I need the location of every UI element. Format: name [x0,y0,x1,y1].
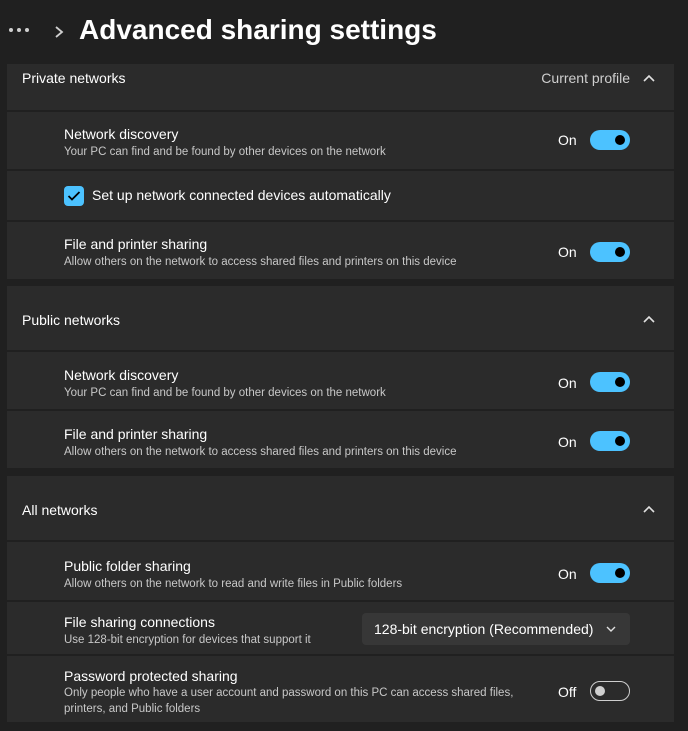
all-networks-section: All networks Public folder sharing Allow… [7,476,674,726]
public-networks-section: Public networks Network discovery Your P… [7,286,674,470]
section-title: Private networks [22,70,126,86]
dropdown-selected-value: 128-bit encryption (Recommended) [374,621,594,637]
checkmark-icon [67,191,81,201]
setting-description: Allow others on the network to access sh… [64,446,457,458]
setting-description: Allow others on the network to access sh… [64,256,457,268]
setting-description: Your PC can find and be found by other d… [64,146,386,158]
private-network-discovery-toggle[interactable] [590,130,630,150]
auto-setup-label[interactable]: Set up network connected devices automat… [92,187,391,203]
section-title: All networks [22,502,98,518]
setting-title: File sharing connections [64,614,215,630]
setting-title: File and printer sharing [64,426,208,442]
section-title: Public networks [22,312,121,328]
chevron-up-icon[interactable] [642,504,656,514]
toggle-state-label: On [558,375,577,391]
auto-setup-checkbox[interactable] [64,186,84,206]
setting-description: Use 128-bit encryption for devices that … [64,634,311,646]
toggle-state-label: On [558,434,577,450]
encryption-dropdown[interactable]: 128-bit encryption (Recommended) [362,613,630,645]
password-protected-sharing-row: Password protected sharing Only people w… [7,656,674,722]
setting-title: Password protected sharing [64,668,238,684]
setting-title: Public folder sharing [64,558,191,574]
toggle-state-label: Off [558,684,577,700]
setting-description: Allow others on the network to read and … [64,578,403,590]
page-title: Advanced sharing settings [79,14,437,45]
more-options-icon[interactable] [9,22,35,38]
private-networks-section: Private networks Current profile Network… [7,64,674,280]
public-file-printer-row: File and printer sharing Allow others on… [7,411,674,468]
setting-title: File and printer sharing [64,236,208,252]
toggle-state-label: On [558,566,577,582]
private-auto-setup-row: Set up network connected devices automat… [7,171,674,220]
public-folder-sharing-row: Public folder sharing Allow others on th… [7,542,674,600]
toggle-state-label: On [558,132,577,148]
file-sharing-connections-row: File sharing connections Use 128-bit enc… [7,602,674,654]
toggle-state-label: On [558,244,577,260]
password-protected-sharing-toggle[interactable] [590,681,630,701]
setting-title: Network discovery [64,367,179,383]
public-folder-sharing-toggle[interactable] [590,563,630,583]
current-profile-label: Current profile [541,70,630,86]
chevron-up-icon[interactable] [642,314,656,324]
setting-description: Your PC can find and be found by other d… [64,387,386,399]
chevron-down-icon [606,626,616,632]
public-file-printer-toggle[interactable] [590,431,630,451]
setting-description: Only people who have a user account and … [64,687,514,715]
chevron-up-icon[interactable] [642,73,656,83]
public-networks-header[interactable]: Public networks [7,286,674,350]
public-network-discovery-toggle[interactable] [590,372,630,392]
private-networks-header[interactable]: Private networks Current profile [7,64,674,110]
public-network-discovery-row: Network discovery Your PC can find and b… [7,352,674,409]
private-network-discovery-row: Network discovery Your PC can find and b… [7,112,674,169]
private-file-printer-toggle[interactable] [590,242,630,262]
all-networks-header[interactable]: All networks [7,476,674,540]
setting-title: Network discovery [64,126,179,142]
private-file-printer-row: File and printer sharing Allow others on… [7,222,674,279]
chevron-right-icon [55,26,64,38]
page-header: Advanced sharing settings [0,0,688,64]
